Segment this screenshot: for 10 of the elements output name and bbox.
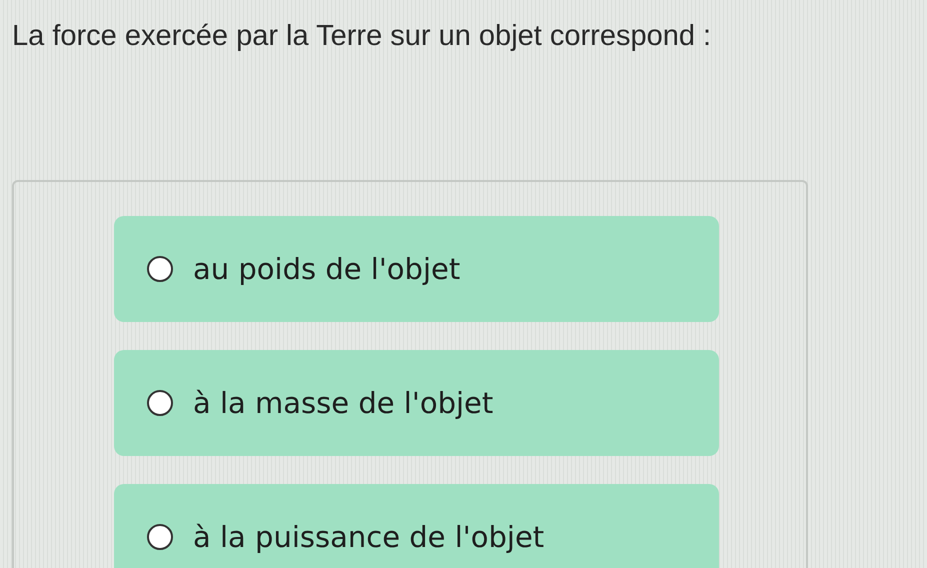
radio-button[interactable]	[147, 256, 173, 282]
radio-button[interactable]	[147, 390, 173, 416]
question-text: La force exercée par la Terre sur un objet correspond :	[11, 20, 712, 53]
answer-option[interactable]: au poids de l'objet	[114, 216, 719, 322]
answer-label: à la masse de l'objet	[193, 386, 494, 420]
radio-button[interactable]	[147, 524, 173, 550]
answer-label: à la puissance de l'objet	[193, 520, 544, 554]
answer-option[interactable]: à la masse de l'objet	[114, 350, 719, 456]
answer-label: au poids de l'objet	[193, 252, 460, 286]
answer-option[interactable]: à la puissance de l'objet	[114, 484, 719, 568]
